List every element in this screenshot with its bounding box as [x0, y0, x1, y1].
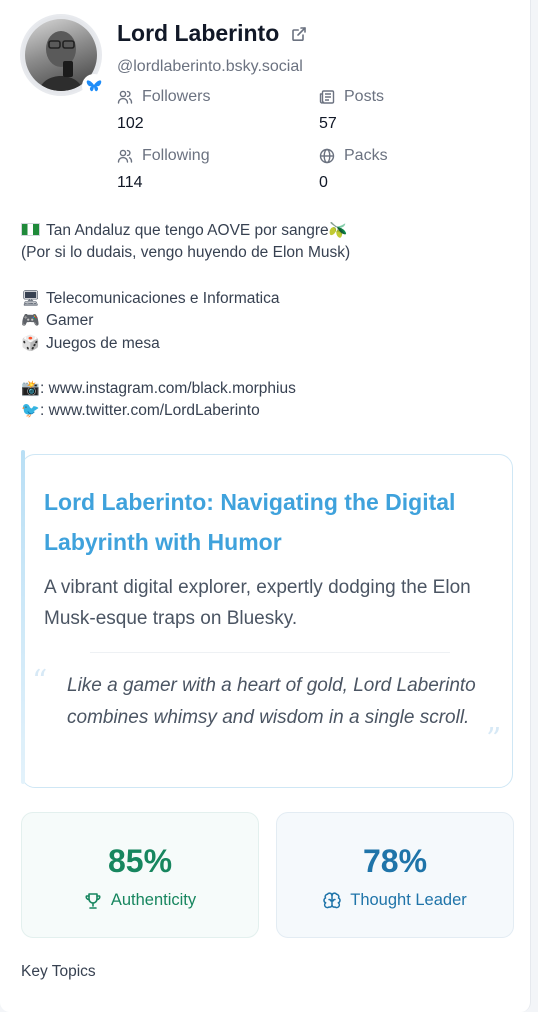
gamepad-icon: 🎮	[21, 311, 40, 329]
stat-packs-value: 0	[319, 174, 328, 191]
summary-accent-bar	[21, 450, 25, 784]
summary-description: A vibrant digital explorer, expertly dod…	[44, 577, 471, 629]
bio-line-5: Juegos de mesa	[46, 334, 160, 352]
close-quote-icon: ”	[486, 722, 502, 757]
bio-line-3: Telecomunicaciones e Informatica	[46, 289, 280, 307]
stat-followers-value: 102	[117, 115, 144, 132]
stat-followers-label: Followers	[142, 88, 211, 105]
stat-following-value: 114	[117, 174, 143, 191]
dice-icon: 🎲	[21, 333, 40, 352]
newspaper-icon	[319, 90, 335, 104]
trophy-icon	[85, 892, 101, 909]
thought-leader-value: 78%	[362, 843, 428, 879]
computer-icon: 🖥	[21, 288, 41, 307]
bird-icon: 🐦	[21, 401, 40, 419]
bio-line-2: (Por si lo dudais, vengo huyendo de Elon…	[21, 243, 351, 261]
profile-display-name: Lord Laberinto	[117, 20, 280, 46]
globe-icon	[319, 148, 335, 164]
users-icon	[117, 149, 133, 163]
open-quote-icon: “	[32, 664, 48, 699]
twitter-link[interactable]: www.twitter.com/LordLaberinto	[49, 402, 260, 419]
summary-divider	[90, 652, 450, 653]
stat-following-label: Following	[142, 147, 210, 164]
avatar[interactable]	[20, 14, 106, 98]
profile-name-row: Lord Laberinto	[117, 20, 307, 47]
stat-posts-label: Posts	[344, 88, 385, 105]
brain-icon	[323, 891, 341, 908]
stat-posts-value: 57	[319, 115, 337, 132]
bio-line-4: Gamer	[46, 312, 94, 329]
summary-title: Lord Laberinto: Navigating the Digital L…	[44, 489, 456, 555]
thought-leader-metric: 78% Thought Leader	[276, 812, 514, 938]
profile-handle: @lordlaberinto.bsky.social	[117, 58, 303, 75]
nigeria-flag-icon	[21, 223, 40, 236]
olive-icon: 🫒	[328, 221, 348, 239]
bio-line-1: Tan Andaluz que tengo AOVE por sangre	[46, 222, 329, 239]
external-link-icon[interactable]	[291, 26, 307, 42]
camera-icon: 📸	[21, 378, 40, 397]
stat-followers[interactable]: Followers 102	[117, 88, 210, 133]
summary-quote: Like a gamer with a heart of gold, Lord …	[67, 675, 476, 728]
authenticity-metric: 85% Authenticity	[21, 812, 259, 938]
authenticity-label: Authenticity	[110, 891, 197, 909]
key-topics-heading: Key Topics	[21, 963, 96, 980]
profile-bio: Tan Andaluz que tengo AOVE por sangre🫒 (…	[21, 219, 350, 422]
stat-posts[interactable]: Posts 57	[319, 88, 384, 133]
stat-packs-label: Packs	[344, 147, 388, 164]
stat-packs[interactable]: Packs 0	[319, 147, 388, 192]
stat-following[interactable]: Following 114	[117, 147, 210, 192]
instagram-link[interactable]: www.instagram.com/black.morphius	[49, 380, 296, 397]
bluesky-butterfly-icon	[82, 74, 106, 98]
users-icon	[117, 90, 133, 104]
authenticity-value: 85%	[107, 843, 173, 879]
thought-leader-label: Thought Leader	[350, 891, 467, 909]
